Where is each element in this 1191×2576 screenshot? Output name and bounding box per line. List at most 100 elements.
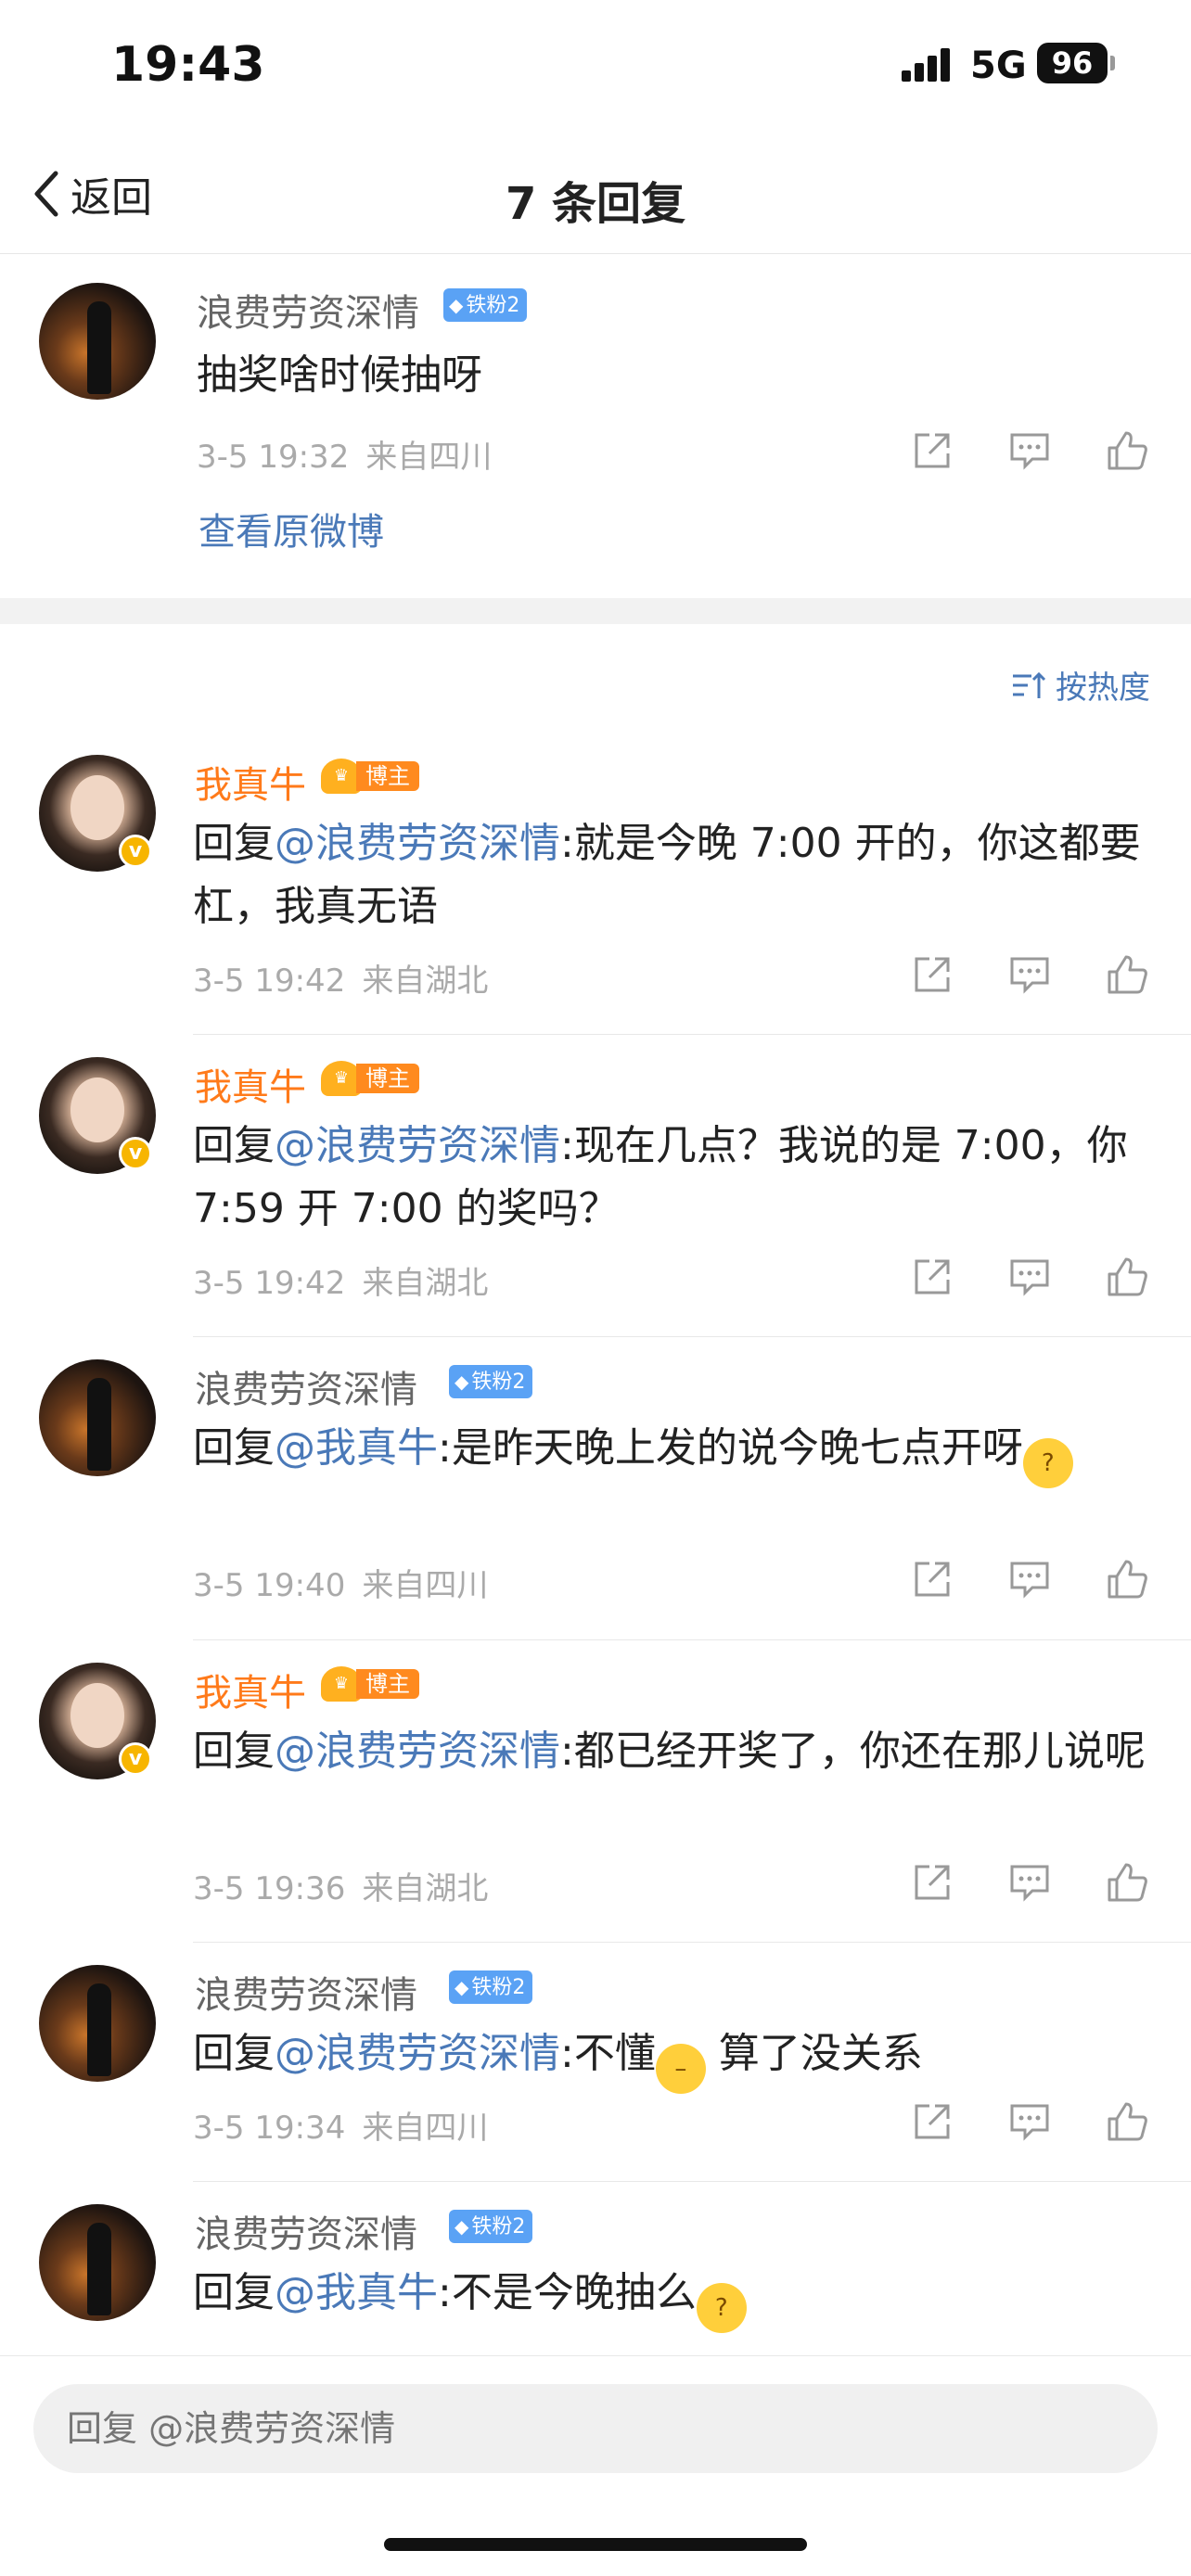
reply-meta: 3-5 19:42 来自湖北 — [193, 955, 488, 1001]
comment-button[interactable] — [1006, 2098, 1053, 2145]
reply-actions — [909, 1859, 1178, 1906]
comment-icon — [1010, 957, 1049, 994]
like-button[interactable] — [1104, 2098, 1150, 2145]
comment-button[interactable] — [1006, 1254, 1053, 1300]
commenter-name[interactable]: 浪费劳资深情 — [195, 2204, 417, 2258]
like-button[interactable] — [1104, 1556, 1150, 1602]
reply-input[interactable] — [33, 2384, 1158, 2473]
reply-input-bar — [0, 2355, 1191, 2576]
like-button[interactable] — [1104, 427, 1150, 474]
commenter-name[interactable]: 浪费劳资深情 — [195, 1359, 417, 1413]
reply-actions — [909, 951, 1178, 998]
reply-body: 回复@浪费劳资深情:现在几点？我说的是 7:00，你 7:59 开 7:00 的… — [193, 1115, 1158, 1241]
thumbs-up-icon — [1108, 2102, 1147, 2141]
host-badge-label: 博主 — [356, 1064, 419, 1093]
comment-button[interactable] — [1006, 1859, 1053, 1906]
thinking-face-emoji-icon: ? — [1022, 1438, 1073, 1488]
mention-link[interactable]: @浪费劳资深情 — [275, 820, 560, 867]
share-button[interactable] — [909, 1254, 955, 1300]
reply-body: 回复@我真牛:是昨天晚上发的说今晚七点开呀? — [193, 1417, 1158, 1488]
reply-item: v 我真牛 ♛ 博主回复@浪费劳资深情:都已经开奖了，你还在那儿说呢 3-5 19:36… — [0, 1640, 1191, 1943]
share-icon — [915, 1562, 950, 1597]
sort-by-hot-button[interactable]: 按热度 — [1009, 662, 1150, 708]
diamond-icon: ◆ — [455, 1371, 469, 1393]
host-badge-label: 博主 — [356, 761, 419, 791]
comment-text: 抽奖啥时候抽呀 — [197, 351, 482, 399]
mention-link[interactable]: @我真牛 — [275, 2269, 438, 2316]
avatar[interactable] — [39, 2204, 156, 2321]
mention-link[interactable]: @我真牛 — [275, 1424, 438, 1472]
fan-badge-label: 铁粉2 — [466, 294, 520, 317]
reply-time: 3-5 19:34 — [193, 2110, 346, 2147]
commenter-name[interactable]: 我真牛 — [195, 755, 306, 809]
thinking-face-emoji-icon: ? — [696, 2283, 747, 2333]
original-comment: 浪费劳资深情 ◆ 铁粉2 抽奖啥时候抽呀 3-5 19:32 来自四川 查看原微博 — [0, 255, 1191, 598]
fan-badge-label: 铁粉2 — [471, 2215, 526, 2238]
reply-actions — [909, 1254, 1178, 1300]
reply-source: 来自四川 — [362, 2110, 489, 2147]
commenter-name[interactable]: 我真牛 — [195, 1663, 306, 1716]
section-divider — [0, 598, 1191, 624]
reply-item: v 我真牛 ♛ 博主 回复@浪费劳资深情:就是今晚 7:00 开的，你这都要杠，我真无语… — [0, 733, 1191, 1035]
reply-prefix: 回复 — [193, 1424, 275, 1472]
unamused-face-emoji-icon: – — [655, 2044, 706, 2094]
comment-icon — [1010, 1259, 1049, 1296]
reply-text: :不懂 — [560, 2030, 656, 2077]
share-button[interactable] — [909, 1859, 955, 1906]
commenter-name[interactable]: 浪费劳资深情 — [197, 283, 419, 337]
view-original-link[interactable]: 查看原微博 — [198, 502, 384, 555]
sort-icon — [1013, 671, 1046, 698]
status-bar: 19:43 5G 96 — [0, 0, 1191, 139]
like-button[interactable] — [1104, 1254, 1150, 1300]
home-indicator — [384, 2538, 807, 2551]
page-title: 7 条回复 — [505, 178, 686, 230]
host-badge: ♛ 博主 — [321, 1666, 419, 1702]
fan-badge: ◆ 铁粉2 — [449, 1365, 533, 1398]
comment-button[interactable] — [1006, 1556, 1053, 1602]
comment-button[interactable] — [1006, 427, 1053, 474]
signal-icon — [902, 48, 955, 82]
reply-time: 3-5 19:42 — [193, 963, 346, 1000]
fan-badge: ◆ 铁粉2 — [443, 288, 528, 322]
reply-body: 回复@我真牛:不是今晚抽么? — [193, 2262, 1158, 2333]
thumbs-up-icon — [1108, 1257, 1147, 1296]
avatar[interactable] — [39, 283, 156, 400]
comment-button[interactable] — [1006, 951, 1053, 998]
reply-source: 来自湖北 — [362, 1870, 489, 1907]
share-button[interactable] — [909, 951, 955, 998]
comment-icon — [1010, 2104, 1049, 2141]
reply-prefix: 回复 — [193, 1122, 275, 1169]
avatar[interactable] — [39, 1965, 156, 2082]
commenter-name[interactable]: 浪费劳资深情 — [195, 1965, 417, 2019]
reply-item: 浪费劳资深情 ◆ 铁粉2 回复@我真牛:不是今晚抽么? — [0, 2182, 1191, 2358]
comment-icon — [1010, 433, 1049, 470]
verified-badge-icon: v — [119, 1742, 152, 1776]
share-icon — [915, 1865, 950, 1900]
share-icon — [915, 957, 950, 992]
like-button[interactable] — [1104, 951, 1150, 998]
reply-item: v 我真牛 ♛ 博主 回复@浪费劳资深情:现在几点？我说的是 7:00，你 7:59 开… — [0, 1035, 1191, 1337]
reply-actions — [909, 2098, 1178, 2145]
reply-meta: 3-5 19:42 来自湖北 — [193, 1257, 488, 1303]
reply-item: 浪费劳资深情 ◆ 铁粉2 回复@我真牛:是昨天晚上发的说今晚七点开呀? 3-5 19:4… — [0, 1337, 1191, 1640]
battery-icon: 96 — [1037, 43, 1108, 83]
reply-meta: 3-5 19:34 来自四川 — [193, 2102, 488, 2148]
like-button[interactable] — [1104, 1859, 1150, 1906]
commenter-name[interactable]: 我真牛 — [195, 1057, 306, 1111]
share-button[interactable] — [909, 427, 955, 474]
diamond-icon: ◆ — [449, 294, 464, 316]
reply-meta: 3-5 19:36 来自湖北 — [193, 1863, 488, 1908]
reply-source: 来自四川 — [362, 1567, 489, 1604]
sort-label: 按热度 — [1056, 670, 1150, 707]
mention-link[interactable]: @浪费劳资深情 — [275, 1122, 560, 1169]
share-button[interactable] — [909, 1556, 955, 1602]
verified-badge-icon: v — [119, 1137, 152, 1170]
status-time: 19:43 — [111, 37, 265, 93]
reply-body: 回复@浪费劳资深情:都已经开奖了，你还在那儿说呢 — [193, 1720, 1158, 1783]
mention-link[interactable]: @浪费劳资深情 — [275, 2030, 560, 2077]
avatar[interactable] — [39, 1359, 156, 1476]
mention-link[interactable]: @浪费劳资深情 — [275, 1728, 560, 1775]
share-button[interactable] — [909, 2098, 955, 2145]
reply-source: 来自湖北 — [362, 963, 489, 1000]
reply-prefix: 回复 — [193, 820, 275, 867]
